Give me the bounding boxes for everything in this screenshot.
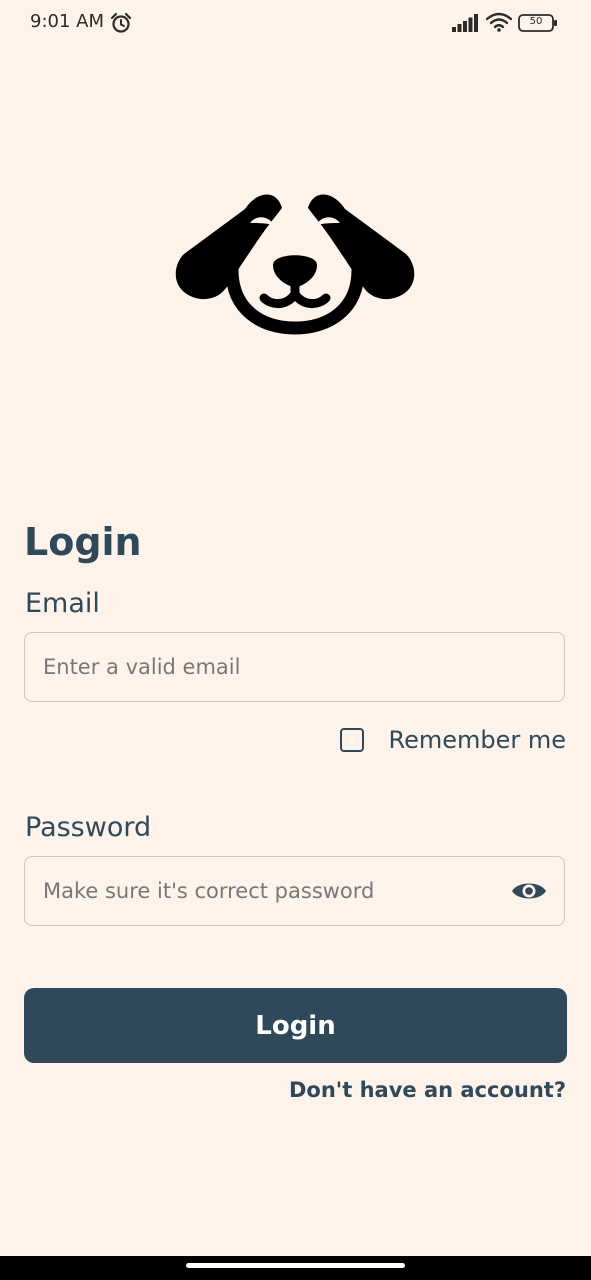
- page-title: Login: [24, 520, 142, 564]
- password-field-container[interactable]: [24, 856, 565, 926]
- password-field[interactable]: [43, 857, 513, 925]
- email-field[interactable]: [43, 633, 513, 701]
- email-label: Email: [25, 588, 100, 619]
- alarm-icon: [110, 12, 132, 33]
- home-indicator[interactable]: [186, 1263, 405, 1268]
- signup-link[interactable]: Don't have an account?: [289, 1078, 566, 1102]
- battery-level: 50: [529, 16, 543, 27]
- navigation-bar: [0, 1256, 591, 1280]
- status-time: 9:01 AM: [30, 11, 104, 32]
- email-field-container[interactable]: [24, 632, 565, 702]
- remember-me-label[interactable]: Remember me: [388, 726, 566, 754]
- login-button[interactable]: Login: [24, 988, 567, 1063]
- remember-me-checkbox[interactable]: [340, 728, 365, 752]
- status-bar: 9:01 AM 50: [0, 0, 591, 46]
- wifi-icon: [486, 12, 512, 32]
- signal-icon: [452, 14, 478, 32]
- password-label: Password: [25, 812, 152, 843]
- remember-me-row[interactable]: Remember me: [340, 722, 566, 758]
- dog-face-logo: [172, 190, 418, 346]
- eye-icon[interactable]: [511, 878, 547, 904]
